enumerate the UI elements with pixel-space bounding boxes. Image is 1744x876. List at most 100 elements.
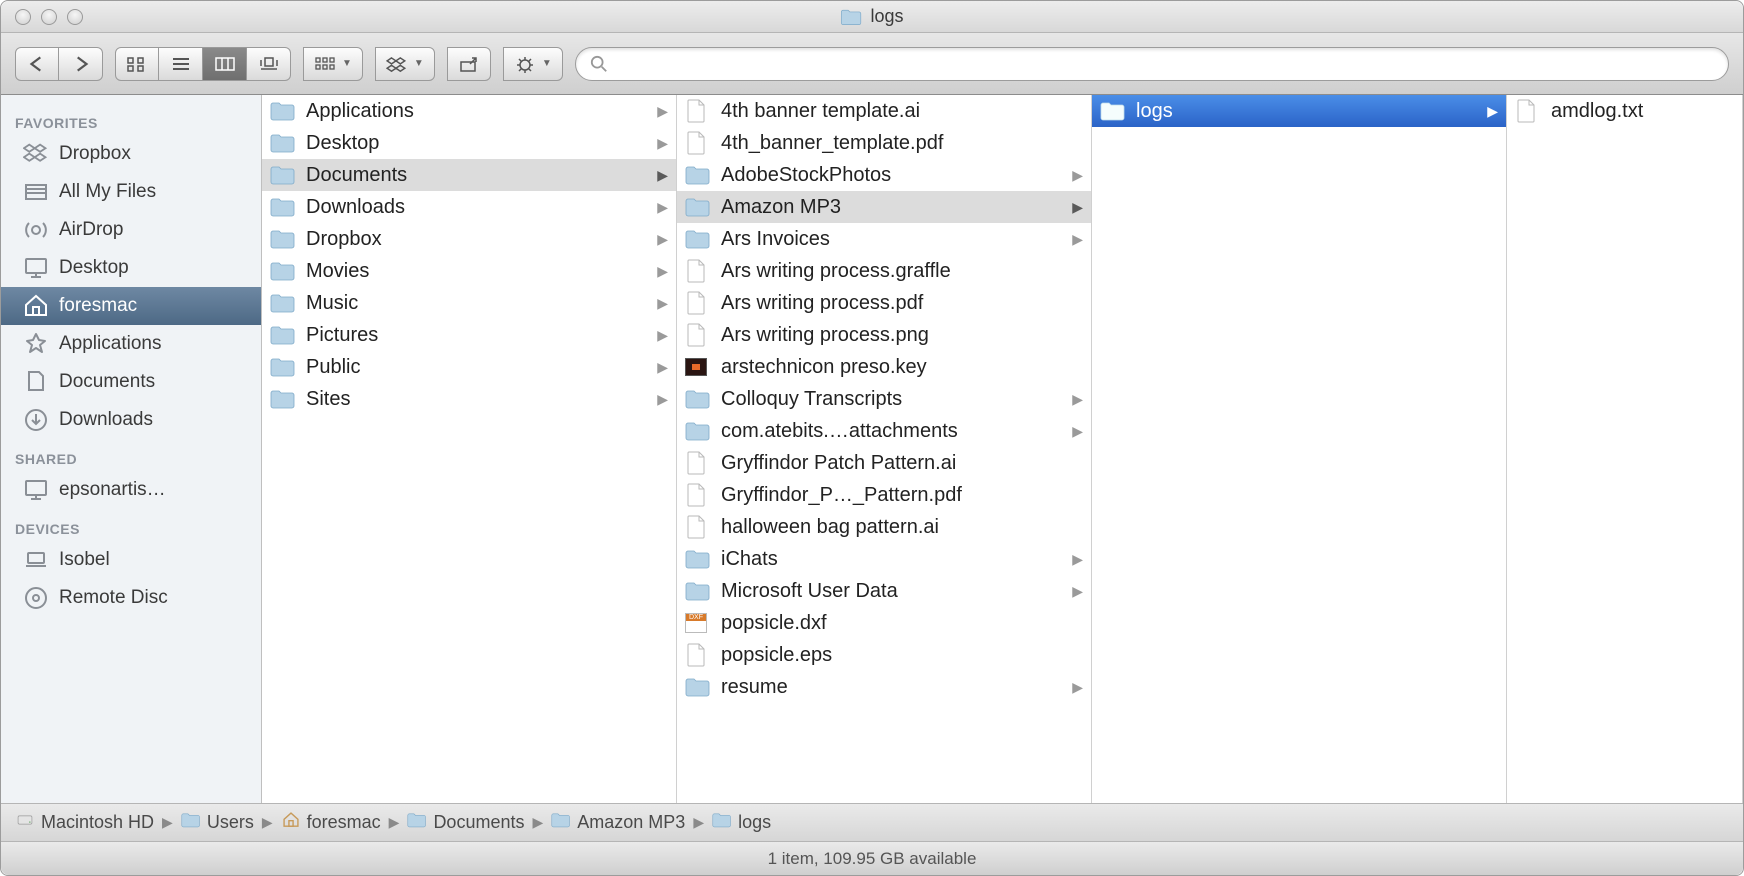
chevron-right-icon: ▶: [657, 231, 668, 248]
column-item[interactable]: Gryffindor_P…_Pattern.pdf: [677, 479, 1091, 511]
caret-icon: ▼: [542, 58, 552, 69]
search-field[interactable]: [575, 47, 1729, 81]
column-item[interactable]: 4th_banner_template.pdf: [677, 127, 1091, 159]
minimize-button[interactable]: [41, 9, 57, 25]
column-item[interactable]: Ars writing process.graffle: [677, 255, 1091, 287]
path-label: foresmac: [307, 812, 381, 833]
pdf-icon: [685, 131, 711, 155]
column-item[interactable]: AdobeStockPhotos▶: [677, 159, 1091, 191]
column-item[interactable]: DXFpopsicle.dxf: [677, 607, 1091, 639]
path-item[interactable]: Documents: [407, 811, 524, 834]
icon-view-button[interactable]: [115, 47, 159, 81]
column-item[interactable]: Movies▶: [262, 255, 676, 287]
column-item[interactable]: Ars Invoices▶: [677, 223, 1091, 255]
sidebar-item-desktop[interactable]: Desktop: [1, 249, 261, 287]
chevron-right-icon: ▶: [1072, 583, 1083, 600]
desktop-icon: [23, 255, 49, 281]
image-icon: [685, 323, 711, 347]
sidebar-item-dropbox[interactable]: Dropbox: [1, 135, 261, 173]
column-item[interactable]: Dropbox▶: [262, 223, 676, 255]
folder-icon: [685, 547, 711, 571]
column-view-button[interactable]: [203, 47, 247, 81]
path-item[interactable]: Users: [181, 811, 254, 834]
item-label: Music: [306, 292, 657, 315]
sidebar-header: FAVORITES: [1, 103, 261, 135]
column-item[interactable]: Documents▶: [262, 159, 676, 191]
path-item[interactable]: logs: [712, 811, 771, 834]
column-item[interactable]: logs▶: [1092, 95, 1506, 127]
column-item[interactable]: Ars writing process.pdf: [677, 287, 1091, 319]
item-label: 4th_banner_template.pdf: [721, 132, 1083, 155]
folder-icon: [270, 387, 296, 411]
column-item[interactable]: Public▶: [262, 351, 676, 383]
home-icon: [281, 811, 301, 834]
window-title: logs: [840, 6, 903, 28]
path-item[interactable]: Amazon MP3: [551, 811, 685, 834]
action-button[interactable]: ▼: [503, 47, 563, 81]
pdf-icon: [685, 291, 711, 315]
column-item[interactable]: Colloquy Transcripts▶: [677, 383, 1091, 415]
sidebar-item-label: All My Files: [59, 181, 156, 203]
column-1: Applications▶Desktop▶Documents▶Downloads…: [262, 95, 677, 803]
sidebar-item-isobel[interactable]: Isobel: [1, 541, 261, 579]
column-item[interactable]: resume▶: [677, 671, 1091, 703]
sidebar-item-all-my-files[interactable]: All My Files: [1, 173, 261, 211]
item-label: halloween bag pattern.ai: [721, 516, 1083, 539]
action-group: ▼: [503, 47, 563, 81]
column-item[interactable]: halloween bag pattern.ai: [677, 511, 1091, 543]
folder-icon: [685, 163, 711, 187]
path-item[interactable]: Macintosh HD: [15, 811, 154, 834]
sidebar-item-airdrop[interactable]: AirDrop: [1, 211, 261, 249]
column-item[interactable]: Amazon MP3▶: [677, 191, 1091, 223]
column-item[interactable]: Music▶: [262, 287, 676, 319]
nav-group: [15, 47, 103, 81]
path-label: Users: [207, 812, 254, 833]
list-view-button[interactable]: [159, 47, 203, 81]
file-icon: [685, 451, 711, 475]
folder-icon: [685, 195, 711, 219]
coverflow-view-button[interactable]: [247, 47, 291, 81]
column-item[interactable]: Microsoft User Data▶: [677, 575, 1091, 607]
sidebar-item-foresmac[interactable]: foresmac: [1, 287, 261, 325]
path-item[interactable]: foresmac: [281, 811, 381, 834]
sidebar-item-label: AirDrop: [59, 219, 123, 241]
column-item[interactable]: amdlog.txt: [1507, 95, 1742, 127]
file-icon: [1515, 99, 1541, 123]
sidebar-item-downloads[interactable]: Downloads: [1, 401, 261, 439]
column-item[interactable]: Downloads▶: [262, 191, 676, 223]
arrange-button[interactable]: ▼: [303, 47, 363, 81]
column-item[interactable]: Ars writing process.png: [677, 319, 1091, 351]
column-item[interactable]: com.atebits.…attachments▶: [677, 415, 1091, 447]
sidebar-item-remote-disc[interactable]: Remote Disc: [1, 579, 261, 617]
column-item[interactable]: Desktop▶: [262, 127, 676, 159]
column-item[interactable]: Sites▶: [262, 383, 676, 415]
sidebar-item-label: Applications: [59, 333, 161, 355]
folder-music-icon: [270, 291, 296, 315]
sidebar-item-label: Desktop: [59, 257, 129, 279]
column-item[interactable]: 4th banner template.ai: [677, 95, 1091, 127]
sidebar-item-epsonartis-[interactable]: epsonartis…: [1, 471, 261, 509]
home-icon: [23, 293, 49, 319]
share-button[interactable]: [447, 47, 491, 81]
column-item[interactable]: Gryffindor Patch Pattern.ai: [677, 447, 1091, 479]
column-item[interactable]: popsicle.eps: [677, 639, 1091, 671]
download-icon: [23, 407, 49, 433]
chevron-right-icon: ▶: [262, 814, 273, 831]
forward-button[interactable]: [59, 47, 103, 81]
back-button[interactable]: [15, 47, 59, 81]
close-button[interactable]: [15, 9, 31, 25]
dropbox-button[interactable]: ▼: [375, 47, 435, 81]
column-item[interactable]: Pictures▶: [262, 319, 676, 351]
item-label: 4th banner template.ai: [721, 100, 1083, 123]
column-item[interactable]: iChats▶: [677, 543, 1091, 575]
titlebar: logs: [1, 1, 1743, 33]
share-group: [447, 47, 491, 81]
column-item[interactable]: Applications▶: [262, 95, 676, 127]
folder-icon: [685, 419, 711, 443]
sidebar-item-documents[interactable]: Documents: [1, 363, 261, 401]
item-label: Colloquy Transcripts: [721, 388, 1072, 411]
zoom-button[interactable]: [67, 9, 83, 25]
item-label: com.atebits.…attachments: [721, 420, 1072, 443]
column-item[interactable]: arstechnicon preso.key: [677, 351, 1091, 383]
sidebar-item-applications[interactable]: Applications: [1, 325, 261, 363]
